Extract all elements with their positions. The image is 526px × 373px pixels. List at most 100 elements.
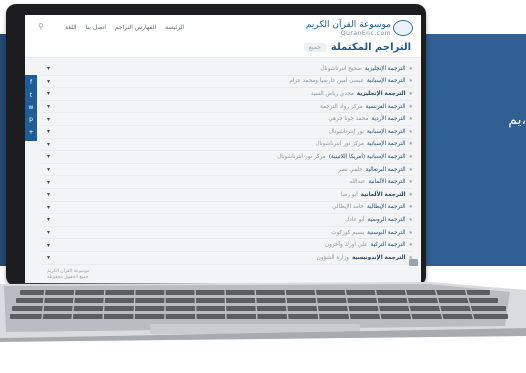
translation-author: محمد جونا جرهي xyxy=(328,116,369,123)
chevron-down-icon[interactable]: ▾ xyxy=(41,166,50,173)
star-icon: ★ xyxy=(408,78,413,85)
translation-author: بسيم كوركوت xyxy=(331,229,365,236)
social-share-bar: f t w p + xyxy=(25,75,37,141)
site-logo[interactable]: موسوعة القرآن الكريم QuranEnc.com xyxy=(306,20,391,37)
laptop-keyboard-base xyxy=(0,282,526,342)
chevron-down-icon[interactable]: ▾ xyxy=(41,242,50,249)
filter-tag[interactable]: جميع xyxy=(303,43,326,52)
chevron-down-icon[interactable]: ▾ xyxy=(41,179,50,186)
translation-label: ★الترجمة الإسبانية (أمريكا اللاتينية)مرك… xyxy=(277,154,413,160)
translation-row[interactable]: ★الترجمة الألمانيةأبو رضا ▾ xyxy=(41,189,413,202)
translation-row[interactable]: ★الترجمة البوسنيةبسيم كوركوت ▾ xyxy=(41,227,413,240)
page-title: التراجم المكتملة xyxy=(330,42,411,53)
translation-row[interactable]: ★الترجمة الألمانيةعبدالله ▾ xyxy=(41,176,413,189)
translation-author: أبو عادل xyxy=(345,216,365,223)
translation-author: صحيح انترناشونال xyxy=(320,65,362,72)
star-icon: ★ xyxy=(408,204,413,211)
translation-author: عبدالله xyxy=(349,179,366,186)
logo-arabic: موسوعة القرآن الكريم xyxy=(305,20,391,30)
translation-author: مركز نور انترناشونال xyxy=(277,153,326,160)
translation-label: ★الترجمة البوسنيةبسيم كوركوت xyxy=(331,230,413,236)
social-share-icon[interactable]: w xyxy=(29,104,34,111)
background-band-text: يم، xyxy=(508,112,526,128)
star-icon: ★ xyxy=(408,116,413,123)
translation-row[interactable]: ★الترجمة الإسبانية (أمريكا اللاتينية)مرك… xyxy=(41,151,413,164)
nav-item[interactable]: اللغة xyxy=(65,24,77,31)
chevron-down-icon[interactable]: ▾ xyxy=(41,141,50,148)
translation-author: حلمي نصر xyxy=(338,166,363,173)
site-header: ⚲ الرئيسة الفهارس التراجم اتصل بنا اللغة مو… xyxy=(25,15,421,58)
translation-title: الترجمة الإسبانية xyxy=(366,78,406,85)
translation-author: نور إنترناشونال xyxy=(328,128,364,135)
translation-author: حامد الإيطالي xyxy=(332,204,365,211)
translation-author: مركز نور انترناشونال xyxy=(315,141,364,148)
scroll-top-button[interactable] xyxy=(409,259,418,266)
translation-row[interactable]: ★الترجمة البرتغاليةحلمي نصر ▾ xyxy=(41,164,413,177)
chevron-down-icon[interactable]: ▾ xyxy=(41,103,50,110)
translation-title: الترجمة الألمانية xyxy=(360,191,406,198)
translation-title: الترجمة الإسبانية (أمريكا اللاتينية) xyxy=(328,153,406,160)
chevron-down-icon[interactable]: ▾ xyxy=(41,116,50,123)
translation-title: الترجمة الإيطالية xyxy=(367,204,406,211)
chevron-down-icon[interactable]: ▾ xyxy=(41,65,50,72)
social-share-icon[interactable]: p xyxy=(29,117,33,123)
social-share-icon[interactable]: f xyxy=(30,80,32,86)
translation-title: الترجمة الأردية xyxy=(371,116,406,123)
search-icon[interactable]: ⚲ xyxy=(38,22,44,31)
translation-label: ★الترجمة البرتغاليةحلمي نصر xyxy=(338,167,413,173)
translation-author: أبو رضا xyxy=(340,191,358,198)
translation-label: ★الترجمة الأرديةمحمد جونا جرهي xyxy=(328,116,413,122)
social-share-icon[interactable]: + xyxy=(28,129,33,136)
star-icon: ★ xyxy=(408,229,413,236)
translation-row[interactable]: ★الترجمة الإندونيسيةوزارة الشؤون ▾ xyxy=(41,252,413,265)
star-icon: ★ xyxy=(408,128,413,135)
chevron-down-icon[interactable]: ▾ xyxy=(41,191,50,198)
translation-title: الترجمة الإسبانية xyxy=(366,141,406,148)
star-icon: ★ xyxy=(408,166,413,173)
chevron-down-icon[interactable]: ▾ xyxy=(41,229,50,236)
nav-item[interactable]: اتصل بنا xyxy=(86,24,106,31)
chevron-down-icon[interactable]: ▾ xyxy=(41,216,50,223)
social-share-icon[interactable]: t xyxy=(30,92,32,99)
translation-label: ★الترجمة الإسبانيةنور إنترناشونال xyxy=(329,129,413,135)
translation-row[interactable]: ★الترجمة الإسبانيةمركز نور انترناشونال ▾ xyxy=(41,139,413,152)
translation-row[interactable]: ★الترجمة الروسيةأبو عادل ▾ xyxy=(41,214,413,227)
chevron-down-icon[interactable]: ▾ xyxy=(41,78,50,85)
nav-item[interactable]: الرئيسة xyxy=(165,24,184,31)
chevron-down-icon[interactable]: ▾ xyxy=(41,204,50,211)
translation-title: الترجمة البوسنية xyxy=(367,229,406,236)
star-icon: ★ xyxy=(408,65,413,72)
star-icon: ★ xyxy=(408,141,413,148)
translation-author: علي أوزك وآخرون xyxy=(325,242,368,249)
translation-title: الترجمة الإسبانية xyxy=(366,128,406,135)
star-icon: ★ xyxy=(408,179,413,186)
translation-label: ★الترجمة الفرنسيةمركز رواد الترجمة xyxy=(320,104,413,110)
translation-row[interactable]: ★الترجمة الإسبانيةعيسى أمين غارسيا ومحمد… xyxy=(41,76,413,89)
translation-author: عيسى أمين غارسيا ومحمد عزام xyxy=(289,78,364,85)
nav-item[interactable]: الفهارس التراجم xyxy=(115,24,156,31)
translation-label: ★الترجمة الألمانيةأبو رضا xyxy=(341,192,413,198)
translation-title: الترجمة الروسية xyxy=(367,216,406,223)
translation-row[interactable]: ★الترجمة التركيةعلي أوزك وآخرون ▾ xyxy=(41,239,413,252)
chevron-down-icon[interactable]: ▾ xyxy=(41,153,50,160)
laptop-lid: ⚲ الرئيسة الفهارس التراجم اتصل بنا اللغة مو… xyxy=(6,4,426,286)
chevron-down-icon[interactable]: ▾ xyxy=(41,128,50,135)
translation-label: ★الترجمة الإندونيسيةوزارة الشؤون xyxy=(317,255,413,261)
translation-row[interactable]: ★الترجمة الأرديةمحمد جونا جرهي ▾ xyxy=(41,113,413,126)
translation-row[interactable]: ★الترجمة الفرنسيةمركز رواد الترجمة ▾ xyxy=(41,101,413,114)
translation-row[interactable]: ★الترجمة الإنجليزيةمجدي رياض السيد ▾ xyxy=(41,88,413,101)
translation-label: ★الترجمة الألمانيةعبدالله xyxy=(349,179,413,185)
translation-row[interactable]: ★الترجمة الإنجليزيةصحيح انترناشونال ▾ xyxy=(41,63,413,76)
translation-title: الترجمة الفرنسية xyxy=(365,103,406,110)
translation-label: ★الترجمة الإيطاليةحامد الإيطالي xyxy=(332,204,413,210)
footer-note: موسوعة القرآن الكريم جميع الحقوق محفوظة xyxy=(47,269,90,281)
translation-author: مركز رواد الترجمة xyxy=(320,103,363,110)
chevron-down-icon[interactable]: ▾ xyxy=(41,254,50,261)
page-title-row: التراجم المكتملة جميع xyxy=(303,42,411,53)
translation-title: الترجمة الإنجليزية xyxy=(356,90,406,97)
translation-row[interactable]: ★الترجمة الإسبانيةنور إنترناشونال ▾ xyxy=(41,126,413,139)
star-icon: ★ xyxy=(408,191,413,198)
translation-title: الترجمة الإنجليزية xyxy=(364,65,406,72)
chevron-down-icon[interactable]: ▾ xyxy=(41,90,50,97)
translation-row[interactable]: ★الترجمة الإيطاليةحامد الإيطالي ▾ xyxy=(41,202,413,215)
